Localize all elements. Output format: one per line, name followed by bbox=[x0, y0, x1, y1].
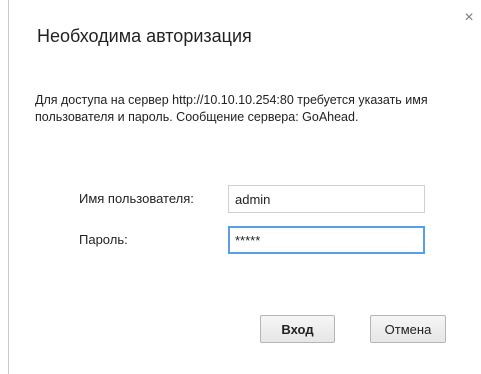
password-label: Пароль: bbox=[79, 232, 128, 247]
dialog-title: Необходима авторизация bbox=[37, 26, 252, 46]
close-icon[interactable]: × bbox=[461, 10, 477, 26]
password-input[interactable] bbox=[228, 226, 425, 254]
cancel-button[interactable]: Отмена bbox=[370, 315, 446, 343]
auth-dialog: Необходима авторизация × Для доступа на … bbox=[8, 0, 481, 374]
login-button[interactable]: Вход bbox=[260, 315, 335, 343]
username-input[interactable] bbox=[228, 185, 425, 213]
username-label: Имя пользователя: bbox=[79, 191, 194, 206]
server-message: Для доступа на сервер http://10.10.10.25… bbox=[35, 93, 428, 124]
